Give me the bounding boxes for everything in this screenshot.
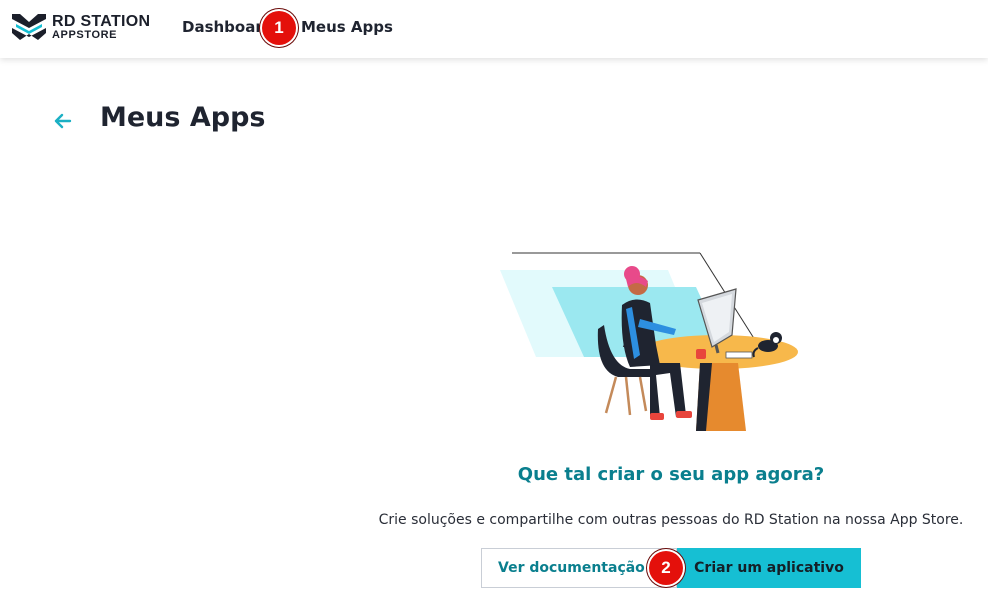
rd-station-logo-icon (12, 14, 46, 40)
back-button[interactable] (52, 110, 74, 132)
annotation-badge-1: 1 (262, 11, 296, 45)
annotation-badge-2: 2 (649, 551, 683, 585)
top-navigation-bar: RD STATION APPSTORE Dashboard Meus Apps (0, 0, 988, 58)
brand-subtitle: APPSTORE (52, 29, 118, 41)
view-documentation-button[interactable]: Ver documentação (481, 548, 677, 588)
rd-station-appstore-logo[interactable]: RD STATION APPSTORE (12, 12, 152, 44)
create-app-button[interactable]: Criar um aplicativo (677, 548, 861, 588)
empty-state-description: Crie soluções e compartilhe com outras p… (378, 512, 964, 528)
arrow-left-icon (54, 113, 72, 129)
empty-state-heading: Que tal criar o seu app agora? (517, 464, 825, 485)
nav-link-meus-apps[interactable]: Meus Apps (301, 18, 393, 36)
page-title: Meus Apps (100, 102, 266, 133)
woman-at-desk-with-cat-illustration (500, 252, 798, 431)
nav-link-dashboard[interactable]: Dashboard (182, 18, 273, 36)
